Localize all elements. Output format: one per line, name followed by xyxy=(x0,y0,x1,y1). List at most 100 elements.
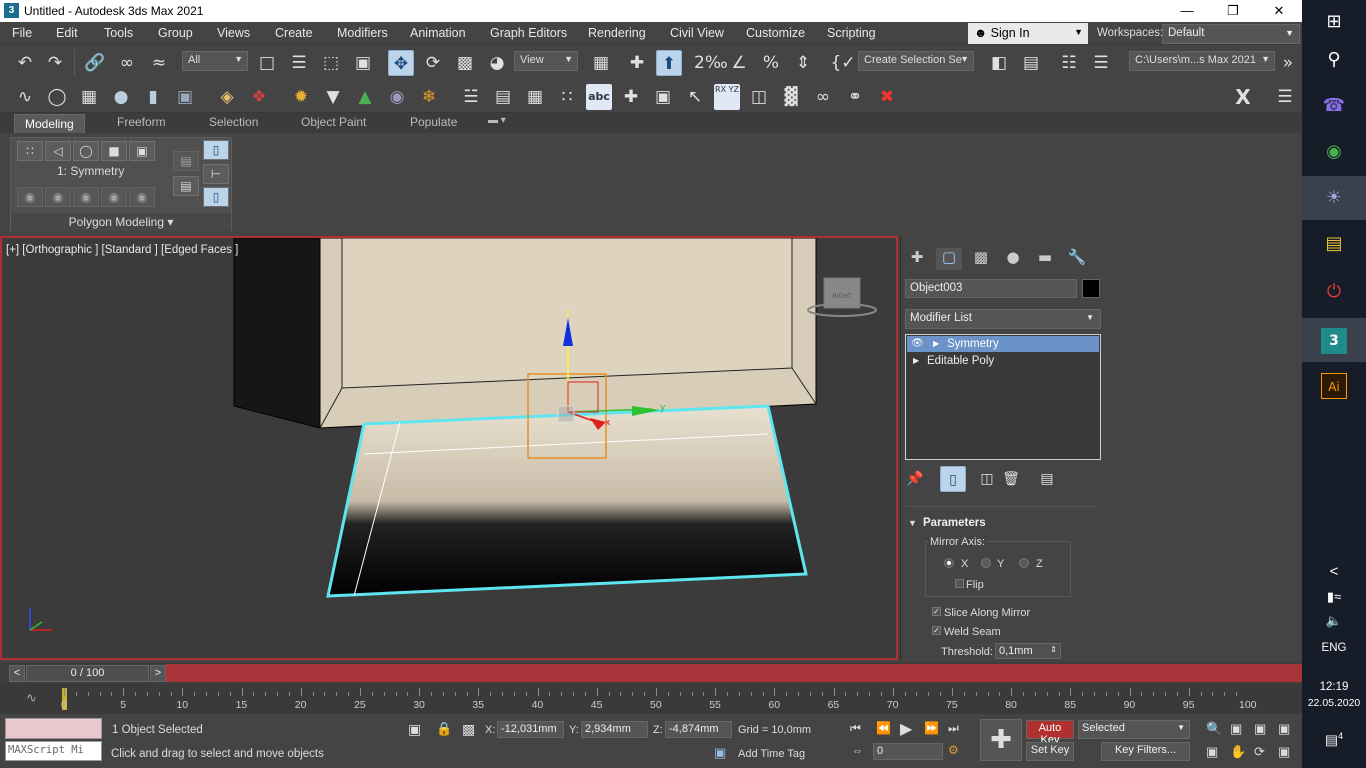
modify-tab-icon[interactable]: ▢ xyxy=(936,248,962,270)
zoom-all-icon[interactable]: ▣ xyxy=(1230,721,1242,737)
minimize-button[interactable]: — xyxy=(1164,0,1210,22)
set-key-big-icon[interactable]: ✚ xyxy=(980,719,1022,761)
menu-group[interactable]: Group xyxy=(158,26,193,40)
vertex-mode-icon[interactable]: ∷ xyxy=(17,141,43,161)
copy-icon[interactable]: ▤ xyxy=(173,151,199,171)
group-icon[interactable]: ◫ xyxy=(746,84,772,110)
pin-stack-icon[interactable]: ▯ xyxy=(203,187,229,207)
chrome-icon[interactable]: ◉ xyxy=(1302,130,1366,174)
maximize-viewport-icon[interactable]: ▣ xyxy=(1278,744,1290,760)
select-by-name-icon[interactable]: ☰ xyxy=(286,50,312,76)
spinner-arrows-icon[interactable]: ⇕ xyxy=(1050,645,1057,654)
next-key-icon[interactable]: ⏩ xyxy=(924,721,939,735)
battery-icon[interactable]: ▮≈ xyxy=(1302,589,1366,605)
sign-in-button[interactable]: ☻ Sign In ▼ xyxy=(968,23,1088,44)
window-crossing-icon[interactable]: ▣ xyxy=(350,50,376,76)
close-toolbar-icon[interactable]: X xyxy=(1230,84,1256,110)
time-tag-icon[interactable]: ▣ xyxy=(714,745,726,761)
menu-edit[interactable]: Edit xyxy=(56,26,78,40)
paste-icon[interactable]: ▤ xyxy=(173,176,199,196)
close-button[interactable]: ✕ xyxy=(1256,0,1302,22)
select-object-icon[interactable]: □ xyxy=(254,50,280,76)
mirror-icon[interactable]: ◧ xyxy=(986,50,1012,76)
particle-view-icon[interactable]: ∷ xyxy=(554,84,580,110)
make-unique-icon[interactable]: ◫ xyxy=(974,466,1000,492)
unlink-icon[interactable]: ∞ xyxy=(114,50,140,76)
select-manipulate-icon[interactable]: ✚ xyxy=(624,50,650,76)
play-icon[interactable]: ▶ xyxy=(900,719,912,739)
cylinder-icon[interactable]: ▮ xyxy=(140,84,166,110)
rxyz-tool[interactable]: RX YZ xyxy=(714,84,740,110)
tab-object-paint[interactable]: Object Paint xyxy=(301,115,366,129)
preserve-uv-icon[interactable]: ◉ xyxy=(17,187,43,207)
z-coordinate-field[interactable]: -4,874mm xyxy=(665,721,732,738)
y-coordinate-field[interactable]: 2,934mm xyxy=(581,721,648,738)
environment-icon[interactable]: ◉ xyxy=(384,84,410,110)
menu-animation[interactable]: Animation xyxy=(410,26,466,40)
motion-tab-icon[interactable]: ● xyxy=(1000,248,1026,270)
workspace-select[interactable]: Default ▼ xyxy=(1162,24,1300,44)
project-folder-select[interactable]: C:\Users\m...s Max 2021 ▼ xyxy=(1129,51,1275,71)
layer-explorer-icon[interactable]: ☰ xyxy=(1088,50,1114,76)
viewport-label[interactable]: [+] [Orthographic ] [Standard ] [Edged F… xyxy=(6,244,238,256)
notifications-icon[interactable]: ▤4 xyxy=(1302,731,1366,749)
angle-snap-icon[interactable]: ∠ xyxy=(726,50,752,76)
stack-item-symmetry[interactable]: 👁 ▶ Symmetry xyxy=(907,336,1099,352)
zoom-icon[interactable]: 🔍 xyxy=(1206,721,1222,737)
object-name-field[interactable]: Object003 xyxy=(905,279,1077,298)
bind-spacewarp-icon[interactable]: ≈ xyxy=(146,50,172,76)
camera-icon[interactable]: ▣ xyxy=(650,84,676,110)
pan-icon[interactable]: ✋ xyxy=(1230,744,1246,760)
tree-icon[interactable]: ▲ xyxy=(352,84,378,110)
align-icon[interactable]: ▤ xyxy=(1018,50,1044,76)
menu-create[interactable]: Create xyxy=(275,26,313,40)
next-frame-button[interactable]: > xyxy=(150,665,166,682)
prev-frame-button[interactable]: < xyxy=(9,665,25,682)
named-selection-set-select[interactable]: Create Selection Se ▼ xyxy=(858,51,974,71)
show-end-result-icon[interactable]: ▯ xyxy=(203,140,229,160)
keyboard-shortcut-override-icon[interactable]: ⬆ xyxy=(656,50,682,76)
flip-checkbox[interactable] xyxy=(955,579,964,588)
selection-filter-select[interactable]: All ▼ xyxy=(182,51,248,71)
sphere-icon[interactable]: ● xyxy=(108,84,134,110)
polygon-modeling-label[interactable]: Polygon Modeling ▾ xyxy=(11,213,231,231)
grow-selection-icon[interactable]: ◉ xyxy=(73,187,99,207)
menu-file[interactable]: File xyxy=(12,26,32,40)
select-and-scale-icon[interactable]: ▩ xyxy=(452,50,478,76)
viewport-orthographic[interactable]: z y x RIGHT xyxy=(0,236,898,660)
polygon-mode-icon[interactable]: ■ xyxy=(101,141,127,161)
utilities-tab-icon[interactable]: 🔧 xyxy=(1064,248,1090,270)
maxscript-listener[interactable]: MAXScript Mi xyxy=(5,741,102,761)
menu-graph-editors[interactable]: Graph Editors xyxy=(490,26,567,40)
paint-icon[interactable]: ☀ xyxy=(1302,176,1366,220)
select-and-rotate-icon[interactable]: ⟳ xyxy=(420,50,446,76)
configure-modifier-sets-icon[interactable]: ▤ xyxy=(1034,466,1060,492)
menu-scripting[interactable]: Scripting xyxy=(827,26,876,40)
file-explorer-icon[interactable]: ▤ xyxy=(1302,222,1366,266)
tab-freeform[interactable]: Freeform xyxy=(117,115,166,129)
illustrator-taskbar-icon[interactable]: Ai xyxy=(1302,364,1366,408)
snaps-toggle-icon[interactable]: 2‰ xyxy=(694,50,728,76)
undo-icon[interactable]: ↶ xyxy=(12,50,38,76)
viewport-scene[interactable]: z y x RIGHT xyxy=(2,238,898,660)
shape-icon[interactable]: ▼ xyxy=(320,84,346,110)
slice-along-mirror-checkbox[interactable]: ✓ xyxy=(932,607,941,616)
selected-object003[interactable] xyxy=(326,404,808,598)
rollout-collapse-icon[interactable]: ▼ xyxy=(908,518,917,528)
clock-date[interactable]: 22.05.2020 xyxy=(1302,697,1366,709)
scene-explorer-icon[interactable]: ☷ xyxy=(1056,50,1082,76)
time-slider[interactable]: 0 / 100 xyxy=(26,665,149,682)
goto-start-icon[interactable]: ⏮ xyxy=(850,721,861,736)
auto-key-button[interactable]: Auto Key xyxy=(1026,720,1074,746)
menu-tools[interactable]: Tools xyxy=(104,26,133,40)
maximize-button[interactable]: ❐ xyxy=(1210,0,1256,22)
goto-end-icon[interactable]: ⏭ xyxy=(948,721,959,736)
x-coordinate-field[interactable]: -12,031mm xyxy=(497,721,564,738)
render-setup-icon[interactable]: ❖ xyxy=(246,84,272,110)
axis-x-radio[interactable] xyxy=(944,558,954,568)
volume-icon[interactable]: 🔈 xyxy=(1302,613,1366,629)
key-selection-select[interactable]: Selected ▼ xyxy=(1078,720,1190,739)
reset-xform-icon[interactable]: ✖ xyxy=(874,84,900,110)
curve-editor-toggle-icon[interactable]: ∿ xyxy=(26,691,37,706)
hierarchy-tab-icon[interactable]: ▩ xyxy=(968,248,994,270)
